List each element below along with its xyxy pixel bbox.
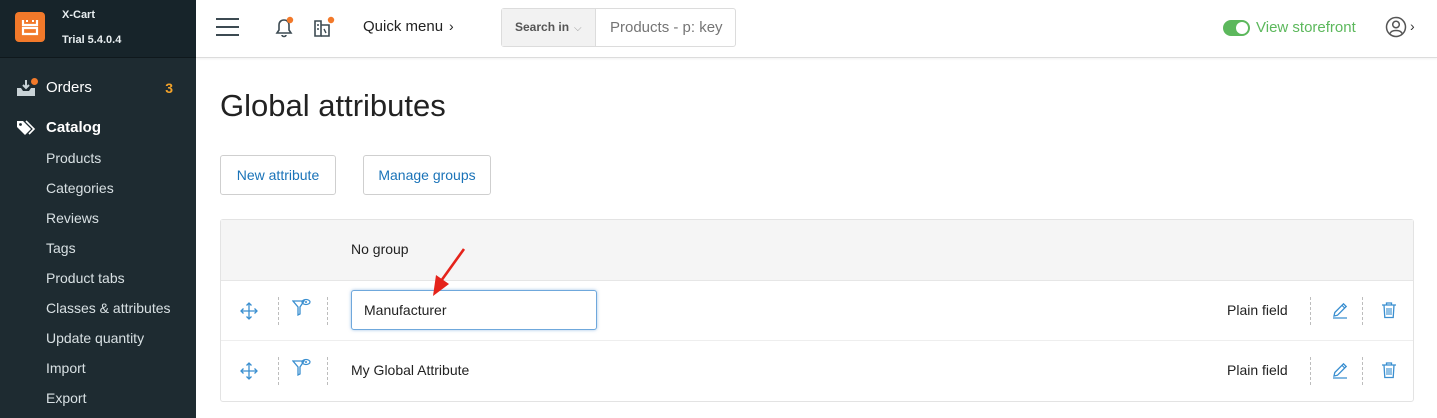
delete-trash-icon[interactable] [1381, 301, 1397, 319]
column-divider [1310, 357, 1311, 385]
column-divider [1362, 297, 1363, 325]
user-menu-chevron-icon[interactable]: › [1410, 18, 1415, 34]
quick-menu-button[interactable]: Quick menu › [363, 18, 454, 35]
menu-toggle-icon[interactable] [216, 17, 240, 37]
manage-groups-button[interactable]: Manage groups [363, 155, 491, 195]
sidebar-subitem-categories[interactable]: Categories [46, 178, 114, 198]
delete-trash-icon[interactable] [1381, 361, 1397, 379]
table-row: My Global Attribute Plain field [221, 341, 1413, 401]
brand-name: X-Cart [62, 9, 96, 21]
column-divider [278, 297, 279, 325]
marketplace-tools-icon[interactable] [312, 16, 336, 40]
storefront-toggle-switch[interactable] [1223, 20, 1250, 36]
tags-icon [17, 120, 36, 135]
edit-pencil-icon[interactable] [1331, 361, 1349, 379]
attribute-name[interactable]: My Global Attribute [351, 362, 469, 378]
search-input[interactable] [597, 9, 735, 46]
top-bar: Quick menu › Search in ⌵ View storefront › [196, 0, 1437, 58]
sidebar-subitem-update-quantity[interactable]: Update quantity [46, 328, 144, 348]
filter-visibility-icon[interactable] [292, 358, 312, 378]
sidebar-subitem-export[interactable]: Export [46, 388, 86, 408]
brand-version: Trial 5.4.0.4 [62, 34, 122, 46]
chevron-down-icon: ⌵ [574, 23, 582, 34]
edit-pencil-icon[interactable] [1331, 301, 1349, 319]
column-divider [1310, 297, 1311, 325]
table-row: Plain field [221, 281, 1413, 341]
column-divider [327, 357, 328, 385]
column-divider [327, 297, 328, 325]
brand-header: X-Cart Trial 5.4.0.4 [0, 0, 196, 58]
filter-visibility-icon[interactable] [292, 298, 312, 318]
user-avatar-icon[interactable] [1385, 16, 1407, 38]
quick-menu-label: Quick menu [363, 18, 444, 35]
xcart-logo-icon[interactable] [15, 12, 45, 42]
sidebar-item-orders[interactable]: Orders 3 [0, 73, 196, 103]
sidebar-subitem-tags[interactable]: Tags [46, 238, 76, 258]
new-attribute-button[interactable]: New attribute [220, 155, 336, 195]
column-divider [1362, 357, 1363, 385]
toggle-knob [1236, 22, 1248, 34]
attributes-table: No group Plain field [220, 219, 1414, 402]
page-title: Global attributes [220, 88, 446, 123]
sidebar-item-catalog[interactable]: Catalog [0, 113, 196, 143]
attribute-name-input[interactable] [351, 290, 597, 330]
sidebar-item-label: Catalog [46, 119, 102, 136]
sidebar-subitem-reviews[interactable]: Reviews [46, 208, 99, 228]
chevron-right-icon: › [449, 18, 454, 34]
sidebar-subitem-product-tabs[interactable]: Product tabs [46, 268, 125, 288]
search-box: Search in ⌵ [501, 8, 736, 47]
sidebar-item-label: Orders [46, 79, 92, 96]
sidebar: X-Cart Trial 5.4.0.4 Orders 3 Catalog Pr… [0, 0, 196, 418]
column-divider [278, 357, 279, 385]
view-storefront-link[interactable]: View storefront [1256, 19, 1356, 36]
search-scope-dropdown[interactable]: Search in ⌵ [502, 9, 596, 46]
orders-notification-dot [31, 78, 38, 85]
group-name: No group [351, 241, 409, 257]
notifications-bell-icon[interactable] [272, 16, 296, 40]
sidebar-subitem-products[interactable]: Products [46, 148, 101, 168]
sidebar-subitem-classes-attributes[interactable]: Classes & attributes [46, 298, 171, 318]
group-header: No group [221, 220, 1413, 281]
orders-count-badge: 3 [165, 80, 173, 96]
search-scope-label: Search in [515, 20, 570, 34]
sidebar-subitem-import[interactable]: Import [46, 358, 86, 378]
drag-move-icon[interactable] [240, 302, 258, 320]
attribute-type: Plain field [1227, 362, 1288, 378]
annotation-arrow-icon [433, 248, 466, 296]
drag-move-icon[interactable] [240, 362, 258, 380]
attribute-type: Plain field [1227, 302, 1288, 318]
